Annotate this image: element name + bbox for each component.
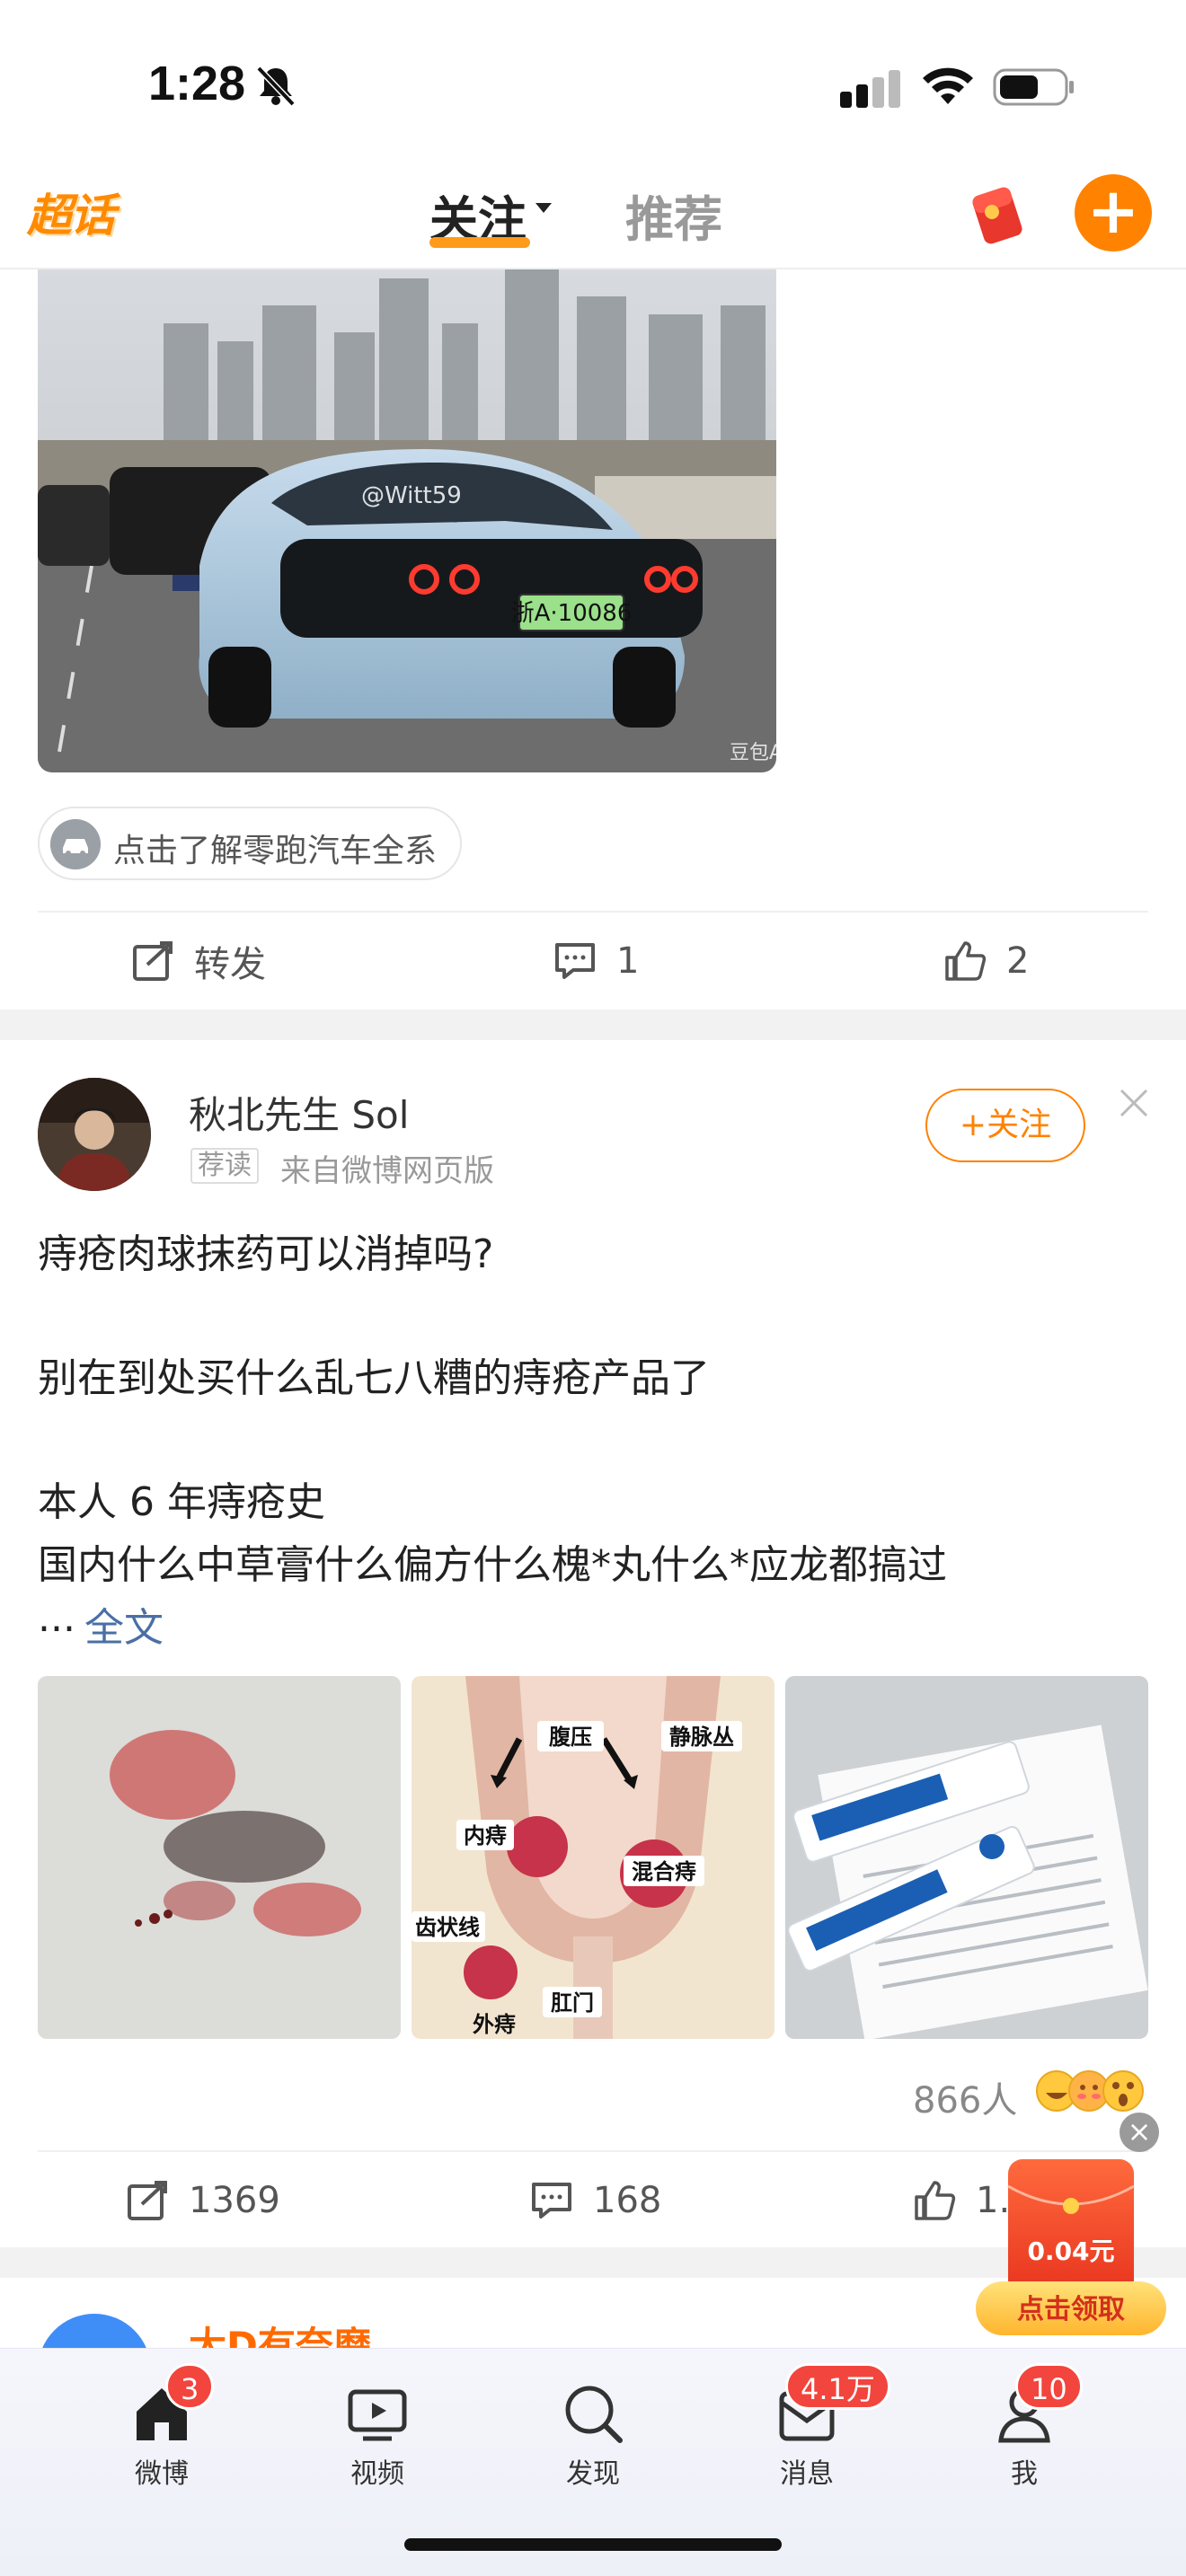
tab-discover[interactable]: 发现 — [521, 2372, 665, 2498]
battery-icon — [993, 68, 1074, 106]
like-icon — [945, 941, 987, 981]
comment-button[interactable]: 1 — [553, 934, 639, 988]
divider — [38, 911, 1148, 913]
label-anus: 肛门 — [551, 1990, 594, 2016]
chip-label: 点击了解零跑汽车全系 — [113, 833, 438, 869]
full-text-link[interactable]: 全文 — [84, 1595, 164, 1653]
avatar[interactable] — [38, 1078, 151, 1191]
author-name[interactable]: 大D有奈磨 — [189, 2316, 371, 2350]
repost-button[interactable]: 转发 — [131, 934, 266, 988]
close-icon[interactable] — [1116, 1085, 1152, 1121]
comment-count: 168 — [593, 2180, 662, 2221]
red-packet-icon[interactable] — [965, 181, 1030, 246]
label-venous-plexus: 静脉丛 — [669, 1725, 734, 1750]
active-tab-indicator — [429, 237, 530, 248]
tab-label: 微博 — [135, 2458, 189, 2490]
follow-button[interactable]: +关注 — [925, 1089, 1085, 1162]
tab-label: 视频 — [350, 2458, 404, 2490]
post-text-line: 本人 6 年痔疮史 — [38, 1479, 325, 1525]
anatomy-diagram-image[interactable]: 腹压 静脉丛 内痔 混合痔 齿状线 肛门 外痔 — [412, 1676, 774, 2039]
repost-label: 转发 — [194, 944, 266, 985]
video-icon — [348, 2389, 407, 2441]
label-pressure: 腹压 — [549, 1725, 592, 1750]
notification-badge: 10 — [1015, 2363, 1083, 2410]
post1-action-bar: 转发 1 2 — [0, 916, 1186, 1006]
bell-muted-icon — [256, 66, 296, 107]
chevron-down-icon[interactable] — [535, 203, 552, 213]
notification-badge: 4.1万 — [785, 2363, 890, 2410]
status-bar: 1:28 — [0, 0, 1186, 162]
repost-icon — [128, 2181, 167, 2220]
label-internal: 内痔 — [464, 1823, 507, 1848]
divider — [38, 2150, 1148, 2152]
like-button[interactable]: 2 — [943, 934, 1029, 988]
tab-recommended[interactable]: 推荐 — [625, 180, 722, 251]
text-ellipsis: ... — [38, 1595, 75, 1641]
post-image[interactable] — [38, 1676, 401, 2039]
signal-icon — [840, 70, 900, 108]
tab-video[interactable]: 视频 — [305, 2372, 449, 2498]
author-name[interactable]: 秋北先生 Sol — [189, 1085, 409, 1140]
image-corner-mark: 豆包A — [730, 742, 776, 764]
wifi-icon — [923, 67, 973, 104]
ointment-product-image[interactable] — [785, 1676, 1148, 2039]
label-mixed: 混合痔 — [632, 1859, 696, 1884]
tab-label: 我 — [1011, 2458, 1038, 2490]
repost-icon — [133, 941, 173, 981]
label-external: 外痔 — [473, 2012, 516, 2037]
reactions-count[interactable]: 866人 — [913, 2071, 1017, 2123]
comment-icon — [532, 2183, 571, 2219]
comment-button[interactable]: 168 — [530, 2174, 661, 2228]
close-icon[interactable]: × — [1120, 2113, 1159, 2152]
license-plate: 浙A·10086 — [511, 600, 633, 627]
home-indicator — [404, 2538, 782, 2551]
post-source: 来自微博网页版 — [280, 1153, 494, 1189]
search-icon — [565, 2386, 623, 2443]
tab-label: 消息 — [780, 2458, 834, 2490]
repost-count: 1369 — [189, 2180, 280, 2221]
car-photo[interactable]: 浙A·10086 @Witt59 豆包A — [38, 269, 776, 772]
avatar[interactable] — [38, 2314, 151, 2350]
post-text-line: 国内什么中草膏什么偏方什么槐*丸什么*应龙都搞过 — [38, 1542, 947, 1588]
super-topic-logo[interactable]: 超话 — [27, 180, 126, 243]
post-separator — [0, 1010, 1186, 1040]
car-icon — [50, 819, 101, 869]
comment-icon — [555, 943, 595, 979]
reaction-emoji-icon[interactable] — [1033, 2068, 1150, 2114]
image-watermark: @Witt59 — [361, 482, 462, 509]
red-packet-promo[interactable]: 0.04元 点击领取 — [976, 2159, 1166, 2337]
like-count: 2 — [1006, 940, 1030, 982]
comment-count: 1 — [616, 940, 640, 982]
promo-amount: 0.04元 — [1027, 2236, 1114, 2266]
label-dentate: 齿状线 — [415, 1915, 480, 1940]
post-text-line: 别在到处买什么乱七八糟的痔疮产品了 — [38, 1355, 710, 1401]
status-time: 1:28 — [148, 57, 246, 110]
notification-badge: 3 — [165, 2363, 215, 2410]
repost-button[interactable]: 1369 — [126, 2174, 280, 2228]
like-icon — [915, 2181, 956, 2220]
tab-label: 发现 — [566, 2458, 620, 2490]
recommended-tag: 荐读 — [190, 1148, 259, 1184]
top-nav: 超话 关注 推荐 + — [0, 162, 1186, 269]
plus-icon[interactable]: + — [1075, 174, 1152, 251]
post-text-line: 痔疮肉球抹药可以消掉吗? — [38, 1231, 494, 1277]
promo-cta: 点击领取 — [1017, 2294, 1125, 2325]
leapmotor-link-chip[interactable]: 点击了解零跑汽车全系 — [38, 807, 462, 880]
